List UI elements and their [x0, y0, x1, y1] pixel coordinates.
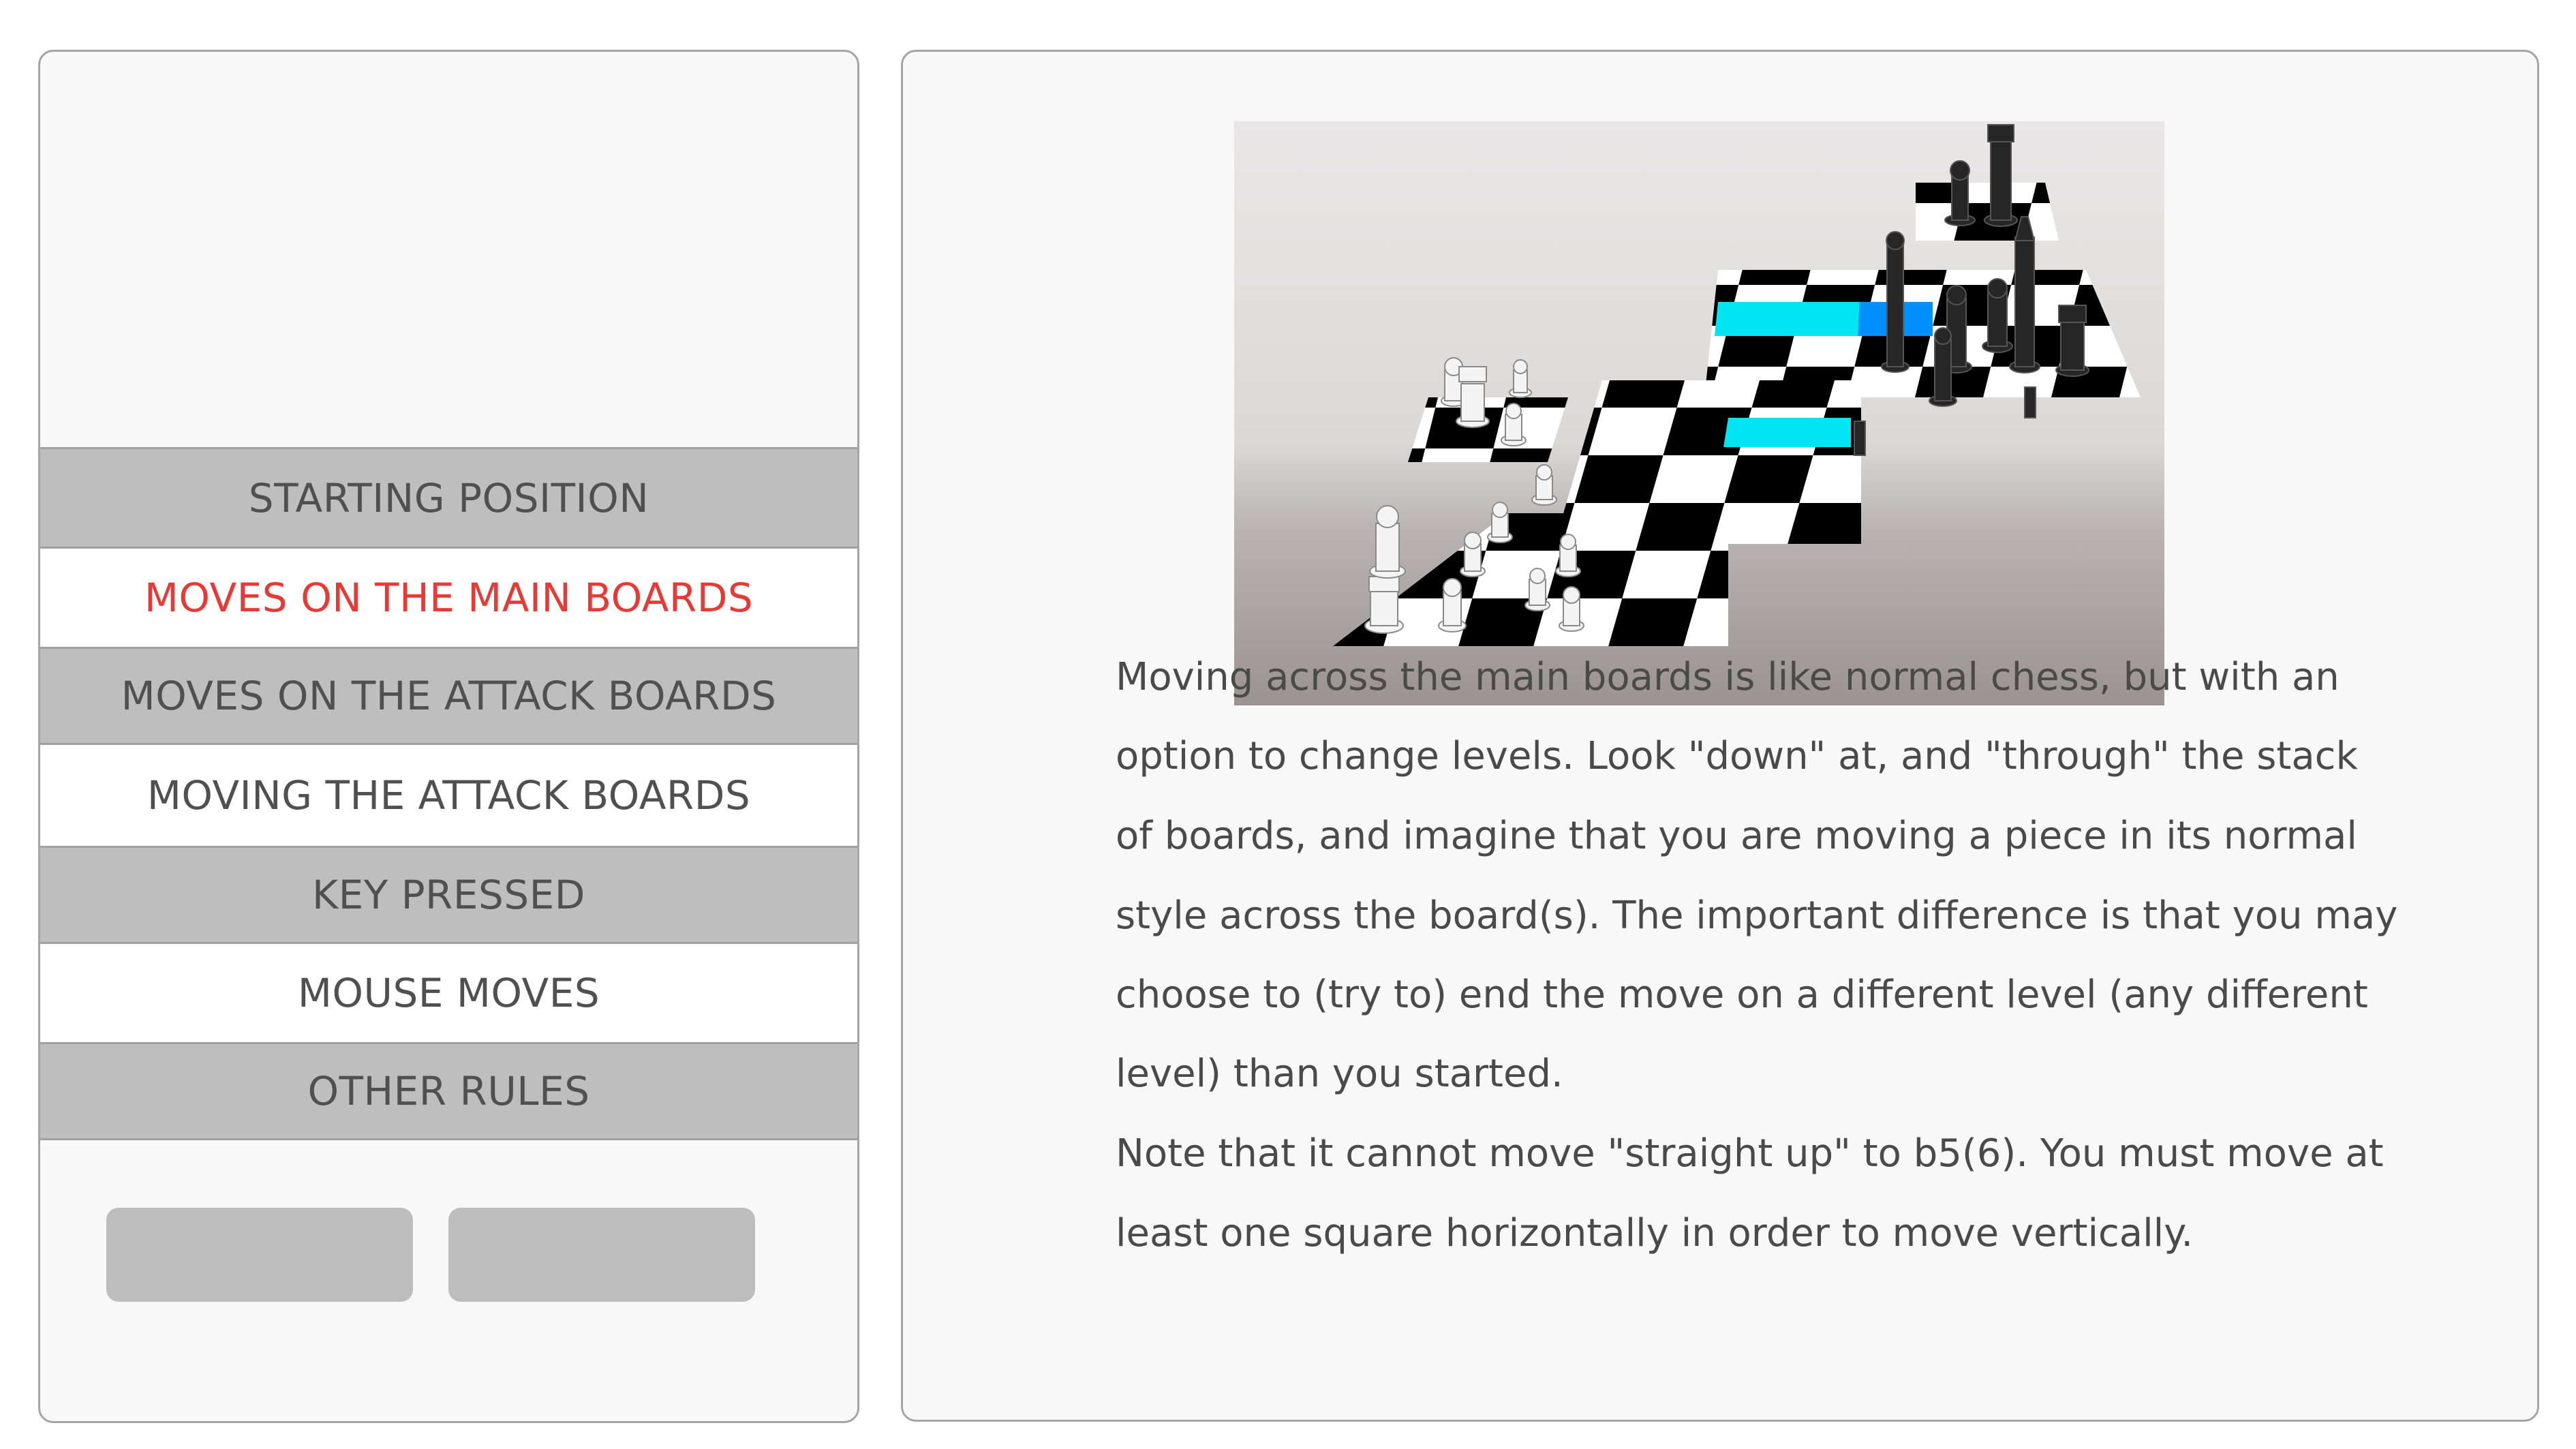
menu-item-mouse-moves[interactable]: MOUSE MOVES — [40, 942, 857, 1042]
instruction-line: Moving across the main boards is like no… — [1116, 655, 2340, 699]
attack-board — [1408, 397, 1568, 462]
menu-item-starting-position[interactable]: STARTING POSITION — [40, 447, 857, 547]
instruction-line: Note that it cannot move "straight up" t… — [1116, 1131, 2384, 1176]
menu-divider — [40, 1138, 857, 1140]
menu-item-label: MOVING THE ATTACK BOARDS — [147, 772, 751, 819]
instruction-line: option to change levels. Look "down" at,… — [1116, 734, 2358, 778]
instruction-line: of boards, and imagine that you are movi… — [1116, 814, 2357, 858]
menu-item-label: KEY PRESSED — [312, 872, 585, 918]
content-panel: Moving across the main boards is like no… — [901, 50, 2539, 1422]
instruction-line: choose to (try to) end the move on a dif… — [1116, 973, 2368, 1017]
instruction-line: level) than you started. — [1116, 1052, 1563, 1096]
3d-chess-board-illustration — [1234, 121, 2164, 705]
menu-item-label: OTHER RULES — [307, 1068, 590, 1114]
menu-item-moving-attack-boards[interactable]: MOVING THE ATTACK BOARDS — [40, 743, 857, 846]
instruction-line: least one square horizontally in order t… — [1116, 1211, 2194, 1255]
menu-item-moves-on-attack-boards[interactable]: MOVES ON THE ATTACK BOARDS — [40, 647, 857, 743]
left-panel: STARTING POSITION MOVES ON THE MAIN BOAR… — [38, 50, 859, 1423]
menu-item-label: MOVES ON THE ATTACK BOARDS — [121, 673, 777, 719]
menu-item-label: MOUSE MOVES — [297, 970, 600, 1016]
menu-item-key-pressed[interactable]: KEY PRESSED — [40, 846, 857, 942]
instruction-line: style across the board(s). The important… — [1116, 894, 2398, 938]
menu-item-label: STARTING POSITION — [248, 474, 649, 521]
menu-item-moves-on-main-boards[interactable]: MOVES ON THE MAIN BOARDS — [40, 547, 857, 647]
previous-button[interactable] — [106, 1208, 413, 1302]
menu-item-label: MOVES ON THE MAIN BOARDS — [144, 575, 754, 621]
menu-item-other-rules[interactable]: OTHER RULES — [40, 1042, 857, 1138]
next-button[interactable] — [448, 1208, 755, 1302]
